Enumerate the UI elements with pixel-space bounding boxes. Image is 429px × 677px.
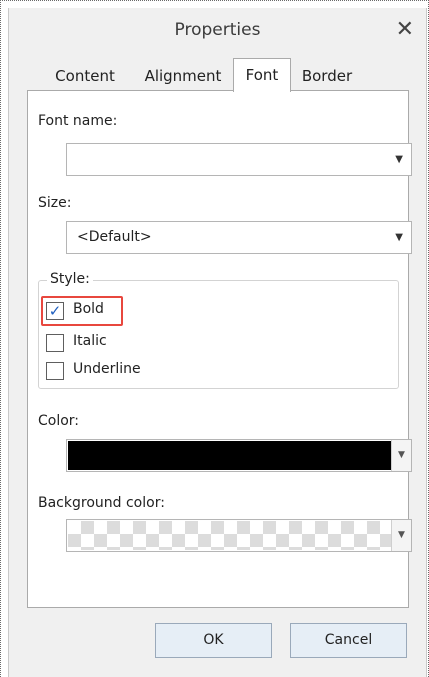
properties-dialog: Properties ✕ Content Alignment Font Bord… <box>8 8 427 677</box>
size-dropdown[interactable]: <Default> ▼ <box>66 221 412 254</box>
font-name-label: Font name: <box>38 113 118 129</box>
font-tab-panel: Font name: ▼ Size: <Default> ▼ Style: ✓ … <box>27 90 412 608</box>
size-label: Size: <box>38 195 72 211</box>
checkbox-box[interactable] <box>46 362 64 380</box>
dialog-title: Properties <box>174 20 261 40</box>
cancel-button[interactable]: Cancel <box>290 623 407 658</box>
tab-border[interactable]: Border <box>291 64 363 91</box>
underline-checkbox[interactable]: Underline <box>46 359 166 383</box>
chevron-down-icon: ▼ <box>395 232 403 243</box>
tab-content[interactable]: Content <box>37 64 133 91</box>
chevron-down-icon: ▼ <box>395 154 403 165</box>
title-bar: Properties ✕ <box>9 8 426 54</box>
color-label: Color: <box>38 413 80 429</box>
style-group-label: Style: <box>47 271 93 287</box>
tab-alignment[interactable]: Alignment <box>133 64 233 91</box>
chevron-down-icon[interactable]: ▼ <box>391 520 411 551</box>
close-icon[interactable]: ✕ <box>396 17 414 42</box>
tab-strip: Content Alignment Font Border <box>27 58 409 92</box>
background-color-label: Background color: <box>38 495 165 511</box>
checkmark-icon[interactable]: ✓ <box>46 302 64 320</box>
bold-label: Bold <box>73 301 104 317</box>
chevron-down-icon[interactable]: ▼ <box>391 440 411 471</box>
tab-font[interactable]: Font <box>233 58 291 92</box>
checkbox-box[interactable] <box>46 334 64 352</box>
italic-checkbox[interactable]: Italic <box>46 331 146 355</box>
style-group: Style: ✓ Bold Italic Underline <box>38 271 399 389</box>
color-swatch <box>68 441 391 470</box>
color-picker[interactable]: ▼ <box>66 439 412 472</box>
ok-button[interactable]: OK <box>155 623 272 658</box>
size-value: <Default> <box>77 229 152 245</box>
background-color-picker[interactable]: ▼ <box>66 519 412 552</box>
underline-label: Underline <box>73 361 141 377</box>
transparent-swatch <box>68 521 391 550</box>
bold-checkbox[interactable]: ✓ Bold <box>41 296 146 326</box>
font-name-dropdown[interactable]: ▼ <box>66 143 412 176</box>
italic-label: Italic <box>73 333 107 349</box>
